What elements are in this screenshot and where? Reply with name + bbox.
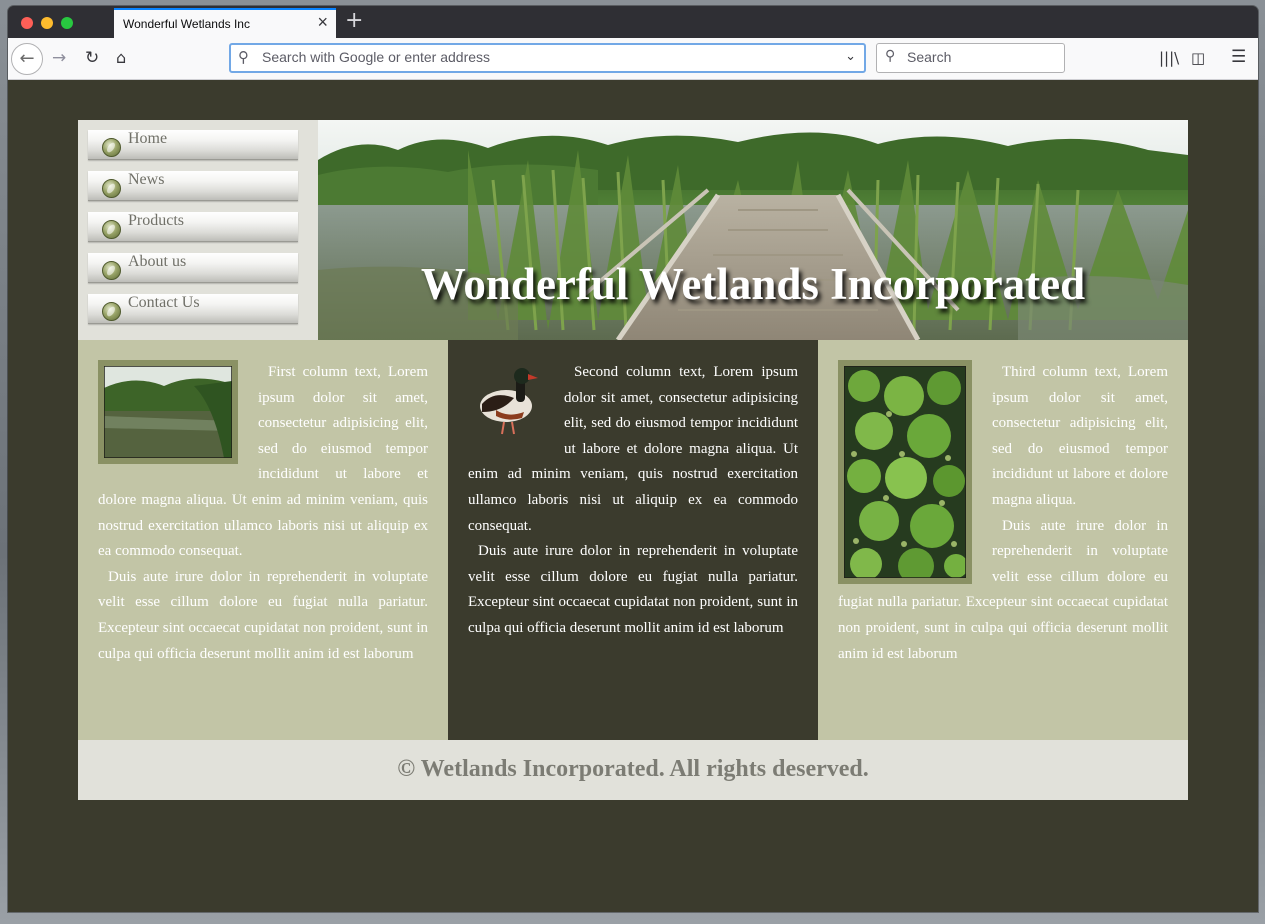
column-one: First column text, Lorem ipsum dolor sit…	[78, 340, 448, 740]
lily-pads-image	[843, 365, 968, 584]
nav-label: About us	[128, 253, 187, 270]
duck-image	[468, 360, 548, 440]
search-box[interactable]: ⚲	[876, 43, 1065, 73]
nav-item-news[interactable]: News	[88, 171, 298, 201]
search-input[interactable]	[907, 49, 1057, 65]
lily-pads-photo	[838, 360, 972, 584]
window-close-button[interactable]	[21, 17, 33, 29]
home-icon[interactable]: ⌂	[116, 48, 126, 67]
back-icon[interactable]: ←	[11, 43, 43, 75]
banner-image: Wonderful Wetlands Incorporated	[318, 120, 1188, 340]
nav-label: Contact Us	[128, 294, 200, 311]
navigation-toolbar: ← → ↻ ⌂ ⚲ ⌄ ⚲ |||\ ◫ ☰	[8, 38, 1258, 80]
shelduck-illustration	[480, 368, 538, 435]
column-three: Third column text, Lorem ipsum dolor sit…	[818, 340, 1188, 740]
menu-icon[interactable]: ☰	[1231, 47, 1246, 67]
bullet-icon	[102, 220, 121, 239]
search-icon: ⚲	[238, 48, 249, 66]
nav-label: Products	[128, 212, 184, 229]
reload-icon[interactable]: ↻	[85, 48, 99, 68]
column-two: Second column text, Lorem ipsum dolor si…	[448, 340, 818, 740]
sidebar-icon[interactable]: ◫	[1191, 49, 1205, 67]
nav-item-contact-us[interactable]: Contact Us	[88, 294, 298, 324]
bullet-icon	[102, 179, 121, 198]
main-nav: Home News Products About us Contact Us	[78, 120, 318, 340]
site-footer: © Wetlands Incorporated. All rights dese…	[78, 740, 1188, 800]
bullet-icon	[102, 261, 121, 280]
browser-window: Wonderful Wetlands Inc × + ← → ↻ ⌂ ⚲ ⌄ ⚲…	[8, 6, 1258, 912]
library-icon[interactable]: |||\	[1159, 49, 1179, 67]
column-one-paragraph-2: Duis aute irure dolor in reprehenderit i…	[98, 568, 428, 662]
bullet-icon	[102, 138, 121, 157]
pond-photo-image	[103, 365, 233, 459]
url-input[interactable]	[262, 49, 822, 65]
url-bar[interactable]: ⚲ ⌄	[229, 43, 866, 73]
plus-icon[interactable]: +	[345, 9, 363, 33]
page-content: Home News Products About us Contact Us W…	[8, 80, 1258, 912]
nav-item-home[interactable]: Home	[88, 130, 298, 160]
window-maximize-button[interactable]	[61, 17, 73, 29]
tab-bar: Wonderful Wetlands Inc × +	[8, 6, 1258, 38]
pond-photo	[98, 360, 238, 464]
nav-label: News	[128, 171, 165, 188]
tab-title: Wonderful Wetlands Inc	[123, 17, 250, 31]
forward-icon[interactable]: →	[52, 48, 66, 68]
chevron-down-icon[interactable]: ⌄	[845, 49, 856, 64]
tab-active[interactable]: Wonderful Wetlands Inc ×	[114, 8, 336, 38]
site-container: Home News Products About us Contact Us W…	[78, 120, 1188, 800]
column-two-paragraph-2: Duis aute irure dolor in reprehenderit i…	[468, 543, 798, 636]
nav-item-about-us[interactable]: About us	[88, 253, 298, 283]
close-icon[interactable]: ×	[317, 13, 328, 31]
nav-label: Home	[128, 130, 168, 147]
content-columns: First column text, Lorem ipsum dolor sit…	[78, 340, 1188, 740]
window-minimize-button[interactable]	[41, 17, 53, 29]
search-icon: ⚲	[885, 48, 896, 64]
nav-item-products[interactable]: Products	[88, 212, 298, 242]
bullet-icon	[102, 302, 121, 321]
banner-title: Wonderful Wetlands Incorporated	[420, 259, 1086, 309]
site-header: Home News Products About us Contact Us W…	[78, 120, 1188, 340]
